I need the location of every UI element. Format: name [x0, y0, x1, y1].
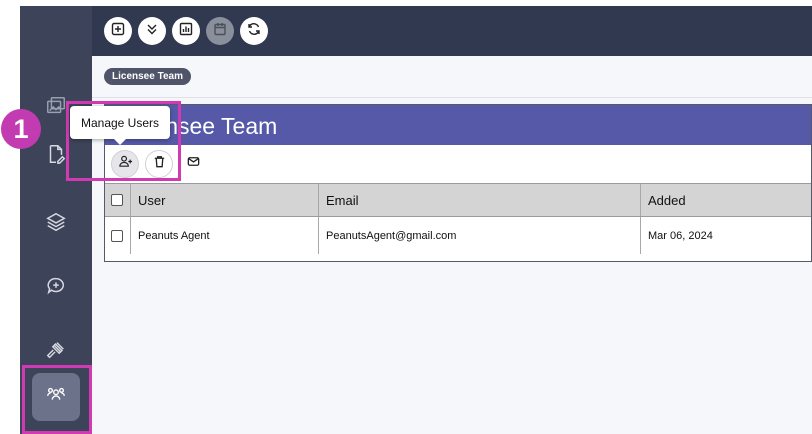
calendar-button[interactable] — [206, 17, 234, 45]
sidebar-item-layers[interactable] — [32, 200, 80, 248]
mail-icon — [186, 154, 201, 174]
email-cell: PeanutsAgent@gmail.com — [319, 217, 641, 254]
app-window: Licensee Team Licensee Team User Email A… — [0, 0, 812, 434]
panel-toolbar — [105, 145, 811, 183]
sidebar-highlight-box — [22, 365, 92, 434]
chevrons-down-icon — [144, 21, 160, 42]
row-select-cell — [105, 217, 131, 254]
column-header-user[interactable]: User — [131, 184, 319, 216]
calendar-icon — [212, 21, 228, 42]
row-checkbox[interactable] — [111, 229, 123, 242]
team-panel: Licensee Team User Email Added Peanuts A… — [104, 104, 812, 262]
users-table: User Email Added Peanuts Agent PeanutsAg… — [105, 183, 811, 254]
top-toolbar — [92, 6, 812, 56]
step-badge: 1 — [1, 109, 41, 149]
table-header: User Email Added — [105, 183, 811, 217]
message-plus-icon — [45, 275, 67, 302]
panel-title: Licensee Team — [105, 105, 811, 145]
images-icon — [45, 95, 67, 122]
select-all-cell — [105, 184, 131, 216]
bar-chart-icon — [178, 21, 194, 42]
added-cell: Mar 06, 2024 — [648, 229, 713, 242]
select-all-checkbox[interactable] — [111, 194, 123, 206]
tooltip: Manage Users — [70, 106, 170, 139]
add-button[interactable] — [104, 17, 132, 45]
reports-button[interactable] — [172, 17, 200, 45]
breadcrumb[interactable]: Licensee Team — [104, 68, 191, 85]
email-button[interactable] — [179, 150, 207, 178]
sidebar-item-messages[interactable] — [32, 264, 80, 312]
column-header-email[interactable]: Email — [319, 184, 641, 216]
gavel-icon — [45, 339, 67, 366]
main-content: Licensee Team Licensee Team User Email A… — [92, 56, 812, 434]
collapse-button[interactable] — [138, 17, 166, 45]
refresh-button[interactable] — [240, 17, 268, 45]
tooltip-arrow — [113, 138, 127, 145]
column-header-added[interactable]: Added — [641, 184, 811, 216]
file-edit-icon — [45, 143, 67, 170]
table-row[interactable]: Peanuts Agent PeanutsAgent@gmail.com Mar… — [105, 217, 811, 254]
refresh-icon — [246, 21, 262, 42]
divider — [92, 97, 812, 98]
plus-square-icon — [110, 21, 126, 42]
user-cell: Peanuts Agent — [131, 217, 319, 254]
layers-icon — [45, 211, 67, 238]
